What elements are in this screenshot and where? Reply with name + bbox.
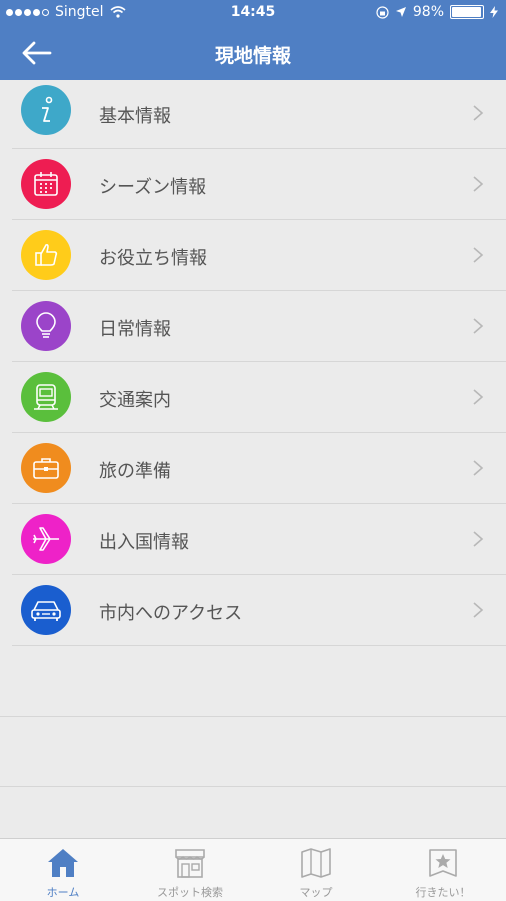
chevron-right-icon <box>473 176 484 192</box>
store-icon <box>175 849 205 878</box>
charging-bolt-icon <box>490 6 498 18</box>
battery-percent: 98% <box>412 4 444 20</box>
train-icon <box>21 372 71 422</box>
menu-item-transport-guide[interactable]: 交通案内 <box>12 362 506 433</box>
menu-item-immigration-info[interactable]: 出入国情報 <box>12 504 506 575</box>
menu-item-label: 旅の準備 <box>99 461 171 482</box>
tab-label: 行きたい！ <box>415 886 471 899</box>
page-title: 現地情報 <box>214 45 291 67</box>
tab-want-to-go[interactable]: 行きたい！ <box>380 839 506 901</box>
menu-item-label: 基本情報 <box>99 106 171 127</box>
chevron-right-icon <box>473 318 484 334</box>
lightbulb-icon <box>21 301 71 351</box>
calendar-icon <box>21 159 71 209</box>
tab-label: ホーム <box>46 886 80 899</box>
navigation-bar: 現地情報 <box>0 26 506 80</box>
menu-item-useful-info[interactable]: お役立ち情報 <box>12 220 506 291</box>
menu-item-travel-prep[interactable]: 旅の準備 <box>12 433 506 504</box>
location-arrow-icon <box>395 7 406 17</box>
orientation-lock-icon <box>376 5 389 19</box>
chevron-right-icon <box>473 105 484 121</box>
divider <box>0 786 506 787</box>
tab-home[interactable]: ホーム <box>0 839 126 901</box>
menu-item-basic-info[interactable]: 基本情報 <box>12 80 506 149</box>
menu-item-label: お役立ち情報 <box>99 248 207 269</box>
menu-item-label: 交通案内 <box>99 390 171 411</box>
menu-item-daily-info[interactable]: 日常情報 <box>12 291 506 362</box>
bookmark-star-icon <box>429 849 457 877</box>
chevron-right-icon <box>473 247 484 263</box>
chevron-right-icon <box>473 531 484 547</box>
menu-item-city-access[interactable]: 市内へのアクセス <box>12 575 506 646</box>
briefcase-icon <box>21 443 71 493</box>
info-icon <box>21 85 71 135</box>
status-bar: Singtel 14:45 98% <box>0 0 506 26</box>
battery-icon <box>450 5 484 19</box>
chevron-right-icon <box>473 460 484 476</box>
menu-item-label: 出入国情報 <box>99 532 189 553</box>
menu-item-label: 日常情報 <box>99 319 171 340</box>
tab-label: スポット検索 <box>157 886 223 899</box>
divider <box>0 716 506 717</box>
tab-bar: ホーム スポット検索 マップ 行きたい！ <box>0 838 506 901</box>
status-right: 98% <box>376 4 498 20</box>
home-icon <box>48 849 78 877</box>
map-icon <box>301 848 331 878</box>
chevron-right-icon <box>473 389 484 405</box>
menu-item-label: シーズン情報 <box>99 177 207 198</box>
tab-spot-search[interactable]: スポット検索 <box>127 839 253 901</box>
tab-label: マップ <box>299 886 333 899</box>
airplane-icon <box>21 514 71 564</box>
menu-item-label: 市内へのアクセス <box>99 603 243 624</box>
chevron-right-icon <box>473 602 484 618</box>
thumbs-up-icon <box>21 230 71 280</box>
menu-item-season-info[interactable]: シーズン情報 <box>12 149 506 220</box>
car-icon <box>21 585 71 635</box>
tab-map[interactable]: マップ <box>253 839 379 901</box>
info-menu-list: 基本情報 シーズン情報 お役立ち情報 日常情報 交通案内 旅の準備 出入国情報 … <box>0 80 506 646</box>
